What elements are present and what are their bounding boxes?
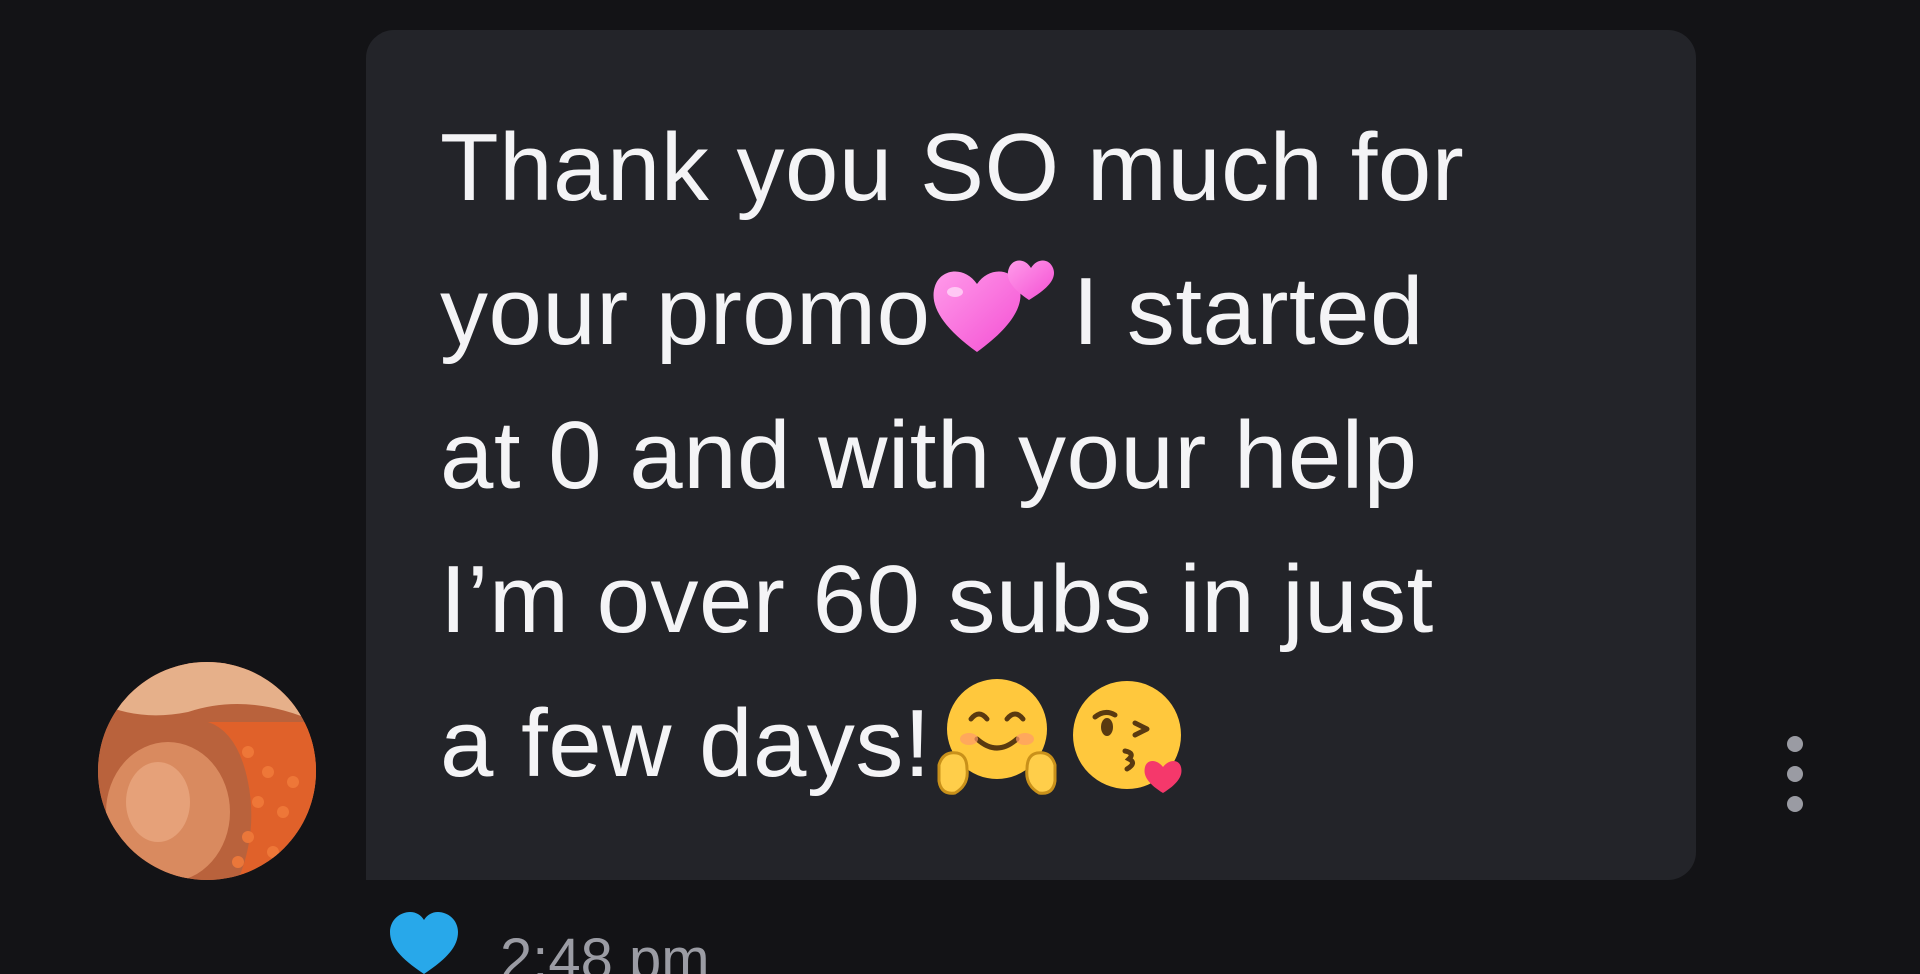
more-vertical-icon-dot [1787, 796, 1803, 812]
message-timestamp: 2:48 pm [500, 927, 710, 974]
chat-screen: Thank you SO much for your promo I start… [0, 0, 1920, 974]
message-line: I’m over 60 subs in just [440, 546, 1434, 653]
message-line: Thank you SO much for [440, 114, 1465, 221]
message-fragment: your promo [440, 258, 931, 365]
message-line: your promo I started [440, 240, 1640, 384]
message-text: Thank you SO much for your promo I start… [440, 96, 1640, 816]
face-blowing-a-kiss-icon [1073, 680, 1182, 793]
message-line: a few days! [440, 672, 1640, 816]
message-line: at 0 and with your help [440, 402, 1418, 509]
avatar-image [98, 662, 316, 880]
message-fragment: a few days! [440, 690, 932, 797]
two-hearts-icon [933, 260, 1054, 352]
message-fragment: I started [1072, 258, 1424, 365]
more-options-button[interactable] [1780, 736, 1810, 812]
avatar[interactable] [98, 662, 316, 880]
heart-icon[interactable] [388, 912, 460, 974]
more-vertical-icon-dot [1787, 766, 1803, 782]
more-vertical-icon-dot [1787, 736, 1803, 752]
hugging-face-icon [937, 678, 1057, 795]
message-footer: 2:48 pm [388, 912, 710, 974]
